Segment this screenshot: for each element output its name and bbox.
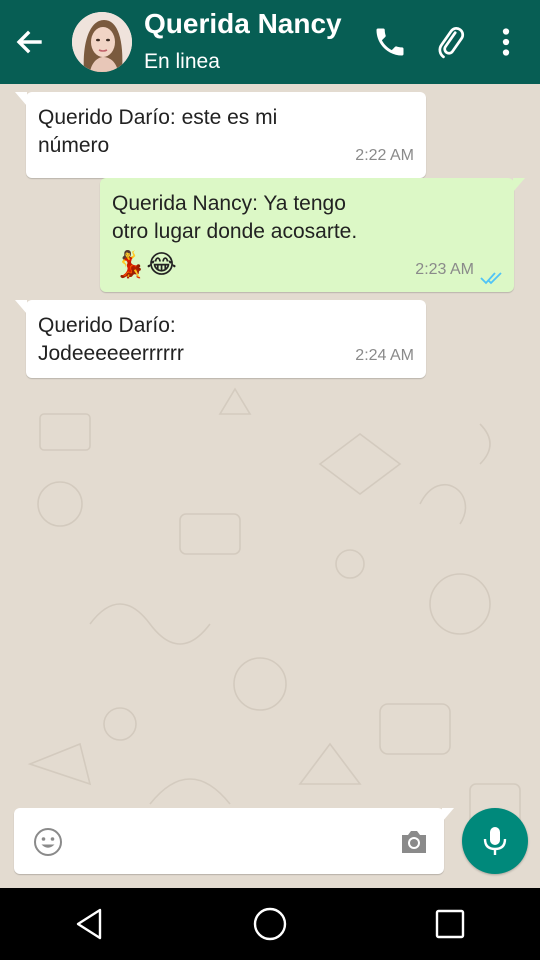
- emoji-icon[interactable]: [32, 826, 64, 858]
- phone-icon[interactable]: [372, 24, 408, 60]
- message-bubble-incoming[interactable]: Querido Darío: este es mi número 2:22 AM: [15, 92, 426, 178]
- message-time: 2:24 AM: [355, 347, 414, 364]
- home-circle-icon[interactable]: [250, 904, 290, 944]
- paperclip-icon[interactable]: [432, 24, 468, 60]
- mic-button[interactable]: [462, 808, 528, 874]
- message-input[interactable]: [78, 822, 382, 862]
- message-text: Querido Darío: Jodeeeeeerrrrrr: [38, 314, 184, 365]
- contact-name[interactable]: Querida Nancy: [144, 8, 342, 40]
- system-nav-bar: [0, 888, 540, 960]
- message-bubble-incoming[interactable]: Querido Darío: Jodeeeeeerrrrrr 2:24 AM: [15, 300, 426, 378]
- message-text: Querida Nancy: Ya tengo otro lugar donde…: [112, 192, 358, 243]
- avatar[interactable]: [72, 12, 132, 72]
- back-triangle-icon[interactable]: [70, 904, 110, 944]
- recents-square-icon[interactable]: [430, 904, 470, 944]
- back-arrow-icon[interactable]: [12, 22, 48, 62]
- camera-icon[interactable]: [398, 828, 430, 856]
- message-bubble-outgoing[interactable]: Querida Nancy: Ya tengo otro lugar donde…: [100, 178, 525, 292]
- read-ticks-icon: [480, 266, 504, 285]
- message-time: 2:22 AM: [355, 147, 414, 164]
- more-vert-icon[interactable]: [494, 24, 530, 60]
- contact-status: En linea: [144, 50, 220, 73]
- message-text: Querido Darío: este es mi número: [38, 106, 278, 157]
- chat-area[interactable]: Querido Darío: este es mi número 2:22 AM…: [0, 84, 540, 888]
- message-emojis: 💃😂: [114, 249, 177, 279]
- message-composer: [14, 808, 454, 874]
- mic-icon: [483, 827, 507, 855]
- chat-header: Querida Nancy En linea: [0, 0, 540, 84]
- message-time: 2:23 AM: [415, 261, 474, 278]
